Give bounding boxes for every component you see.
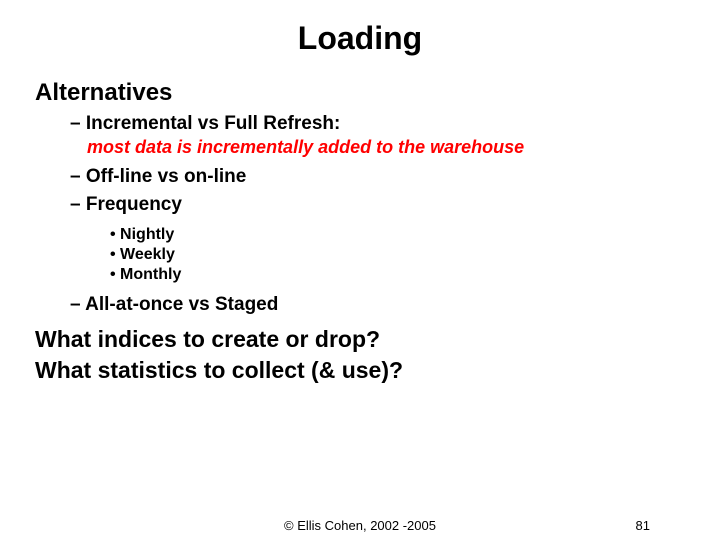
freq-monthly: • Monthly bbox=[110, 266, 685, 284]
alt-incremental: – Incremental vs Full Refresh: bbox=[70, 113, 685, 135]
question-statistics: What statistics to collect (& use)? bbox=[35, 357, 685, 384]
section-heading: Alternatives bbox=[35, 79, 685, 107]
alt-offline: – Off-line vs on-line bbox=[70, 166, 685, 188]
alt-frequency: – Frequency bbox=[70, 194, 685, 216]
page-number: 81 bbox=[636, 518, 650, 533]
slide-title: Loading bbox=[35, 20, 685, 57]
alt-incremental-note: most data is incrementally added to the … bbox=[87, 137, 685, 158]
copyright: © Ellis Cohen, 2002 -2005 bbox=[284, 518, 436, 533]
alt-staged: – All-at-once vs Staged bbox=[70, 294, 685, 316]
freq-weekly: • Weekly bbox=[110, 246, 685, 264]
freq-nightly: • Nightly bbox=[110, 226, 685, 244]
question-indices: What indices to create or drop? bbox=[35, 326, 685, 353]
